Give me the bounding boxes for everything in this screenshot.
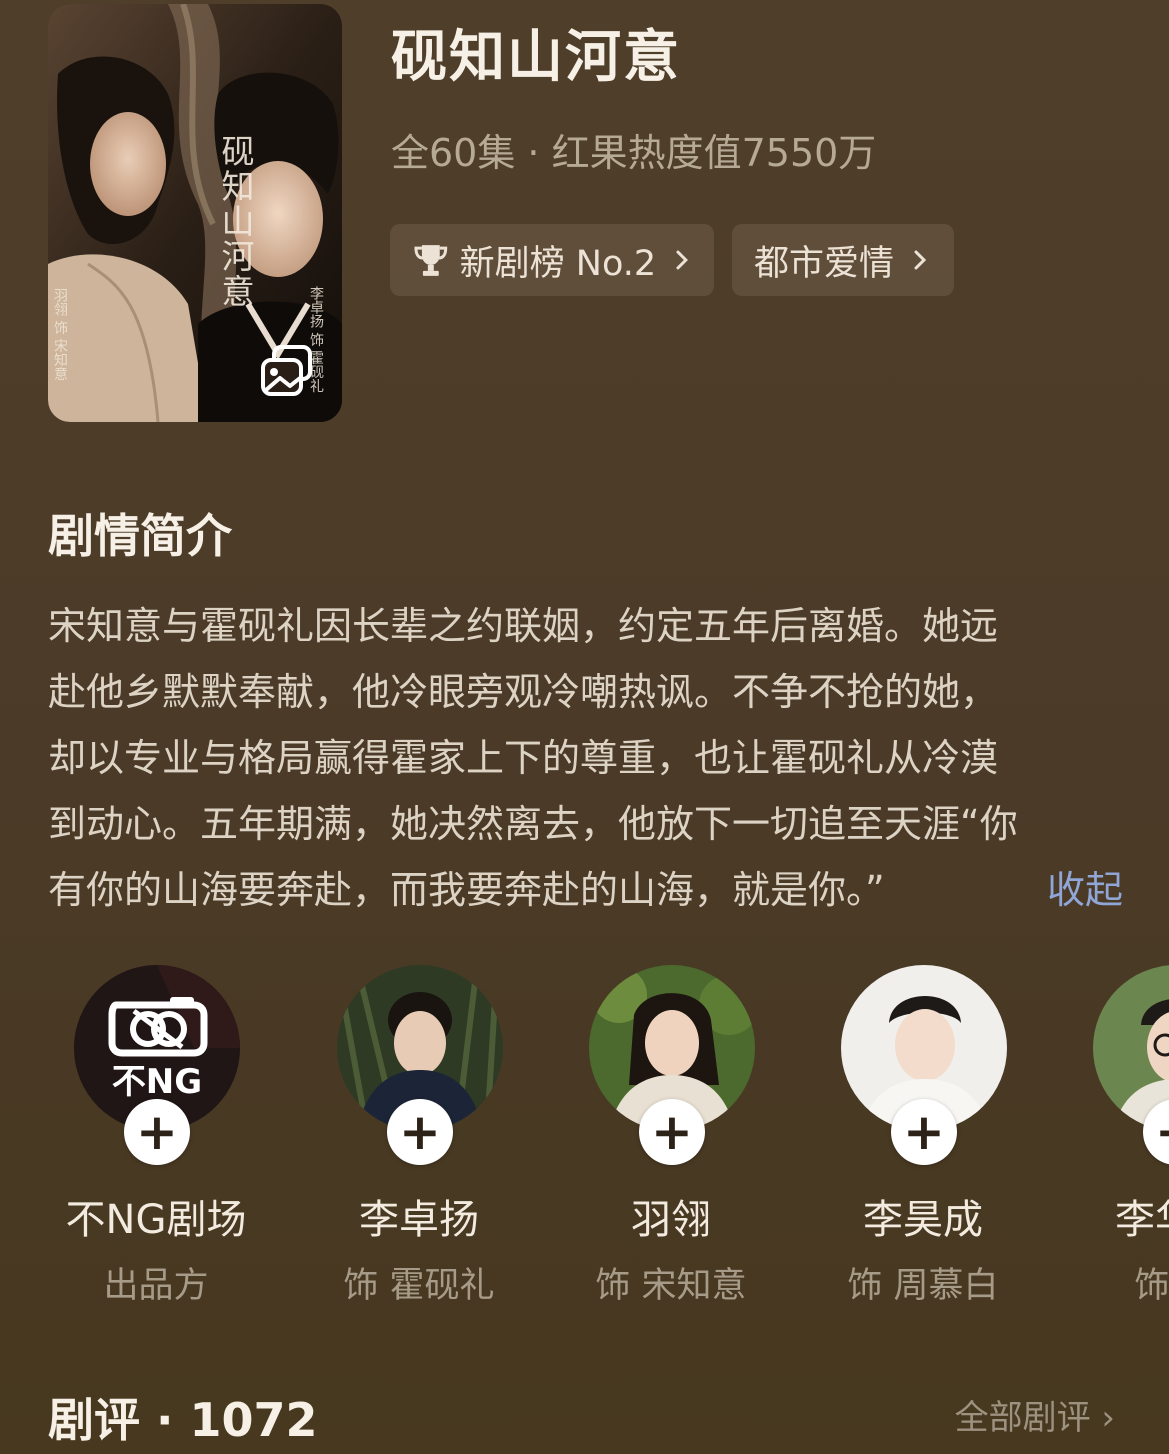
cast-role: 饰 霍砚礼	[343, 1266, 495, 1306]
cast-name: 不NG剧场	[65, 1197, 247, 1243]
cast-item-producer[interactable]: 不NG + 不NG剧场 出品方	[36, 965, 276, 1306]
synopsis-line: 赴他乡默默奉献，他冷眼旁观冷嘲热讽。不争不抢的她，	[48, 670, 999, 714]
cast-name: 李卓扬	[359, 1197, 479, 1243]
synopsis-line: 却以专业与格局赢得霍家上下的尊重，也让霍砚礼从冷漠	[48, 736, 999, 780]
reviews-heading: 剧评 · 1072	[48, 1393, 318, 1447]
image-gallery-icon[interactable]	[260, 344, 314, 398]
rank-tag-button[interactable]: 新剧榜 No.2	[390, 224, 714, 296]
follow-button[interactable]: +	[124, 1099, 190, 1165]
drama-meta: 全60集 · 红果热度值7550万	[391, 131, 877, 175]
producer-logo-text: 不NG	[112, 1062, 202, 1102]
follow-button[interactable]: +	[639, 1099, 705, 1165]
all-reviews-link[interactable]: 全部剧评 ›	[955, 1390, 1115, 1439]
cast-role: 出品方	[103, 1266, 209, 1306]
chevron-right-icon	[914, 250, 927, 270]
follow-button[interactable]: +	[891, 1099, 957, 1165]
poster-credit-left: 羽翎 饰 宋知意	[52, 288, 68, 381]
synopsis-text: 宋知意与霍砚礼因长辈之约联姻，约定五年后离婚。她远 赴他乡默默奉献，他冷眼旁观冷…	[48, 593, 1123, 923]
cast-item-actor[interactable]: + 李华宇 饰 李	[1055, 965, 1169, 1306]
drama-detail-page: 砚知山河意 羽翎 饰 宋知意 李卓扬 饰 霍砚礼 砚知山河意 全60集 · 红果…	[0, 0, 1169, 1454]
cast-role: 饰 宋知意	[595, 1266, 747, 1306]
cast-item-actor[interactable]: + 李昊成 饰 周慕白	[803, 965, 1043, 1306]
drama-poster[interactable]: 砚知山河意 羽翎 饰 宋知意 李卓扬 饰 霍砚礼	[48, 4, 342, 422]
rank-tag-label: 新剧榜 No.2	[459, 243, 657, 284]
drama-title: 砚知山河意	[391, 25, 681, 90]
poster-title: 砚知山河意	[216, 134, 255, 309]
synopsis-last-line: 有你的山海要奔赴，而我要奔赴的山海，就是你。” 收起	[48, 857, 1123, 923]
synopsis-line: 到动心。五年期满，她决然离去，他放下一切追至天涯“你	[48, 802, 1018, 846]
synopsis-line: 有你的山海要奔赴，而我要奔赴的山海，就是你。”	[48, 868, 885, 912]
cast-name: 羽翎	[631, 1197, 711, 1243]
cast-role: 饰 周慕白	[847, 1266, 999, 1306]
synopsis-line: 宋知意与霍砚礼因长辈之约联姻，约定五年后离婚。她远	[48, 604, 999, 648]
trophy-icon	[414, 245, 448, 276]
cast-role: 饰 李	[1134, 1266, 1169, 1306]
cast-item-actor[interactable]: + 李卓扬 饰 霍砚礼	[299, 965, 539, 1306]
genre-tag-button[interactable]: 都市爱情	[732, 224, 954, 296]
synopsis-heading: 剧情简介	[48, 509, 232, 563]
genre-tag-label: 都市爱情	[754, 243, 895, 284]
cast-item-actor[interactable]: + 羽翎 饰 宋知意	[551, 965, 791, 1306]
follow-button[interactable]: +	[387, 1099, 453, 1165]
chevron-right-icon	[676, 250, 689, 270]
collapse-link[interactable]: 收起	[1047, 857, 1123, 923]
cast-name: 李华宇	[1115, 1197, 1169, 1243]
cast-name: 李昊成	[863, 1197, 983, 1243]
